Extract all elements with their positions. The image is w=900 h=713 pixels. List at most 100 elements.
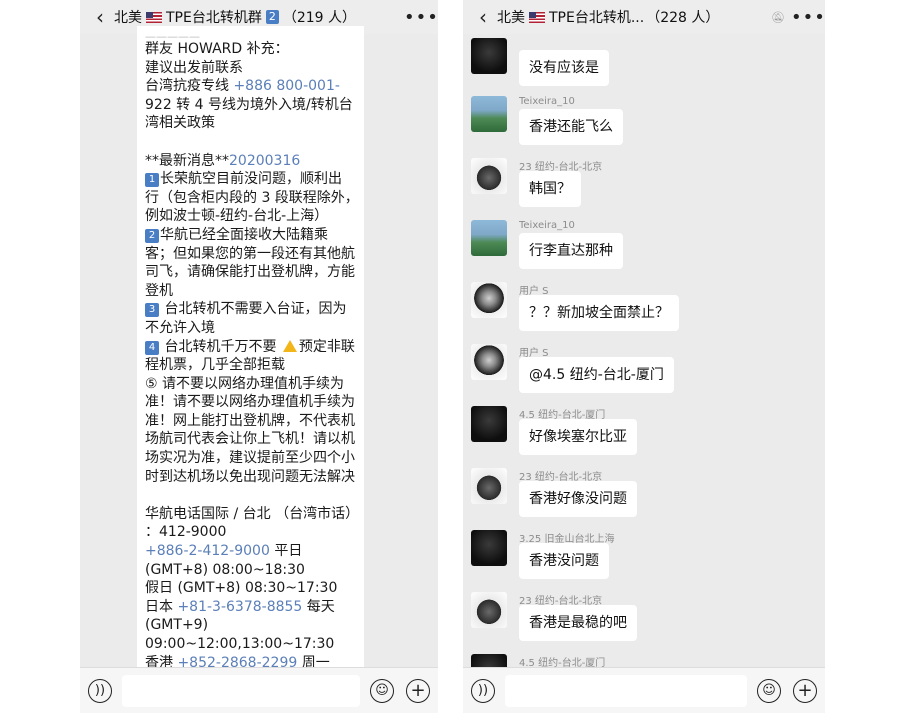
number-3-icon: 3 — [145, 303, 159, 318]
title-group: TPE台北转机群 — [166, 10, 262, 26]
chat-message: 3.25 旧金山台北上海 香港没问题 — [471, 530, 825, 582]
chat-message: 23 纽约-台北-北京 韩国？ — [471, 158, 825, 210]
phone-link[interactable]: +852-2868-2299 — [177, 655, 297, 667]
msg-text: 台北转机不需要入台证，因为 — [160, 301, 347, 318]
message-bubble[interactable]: 韩国？ — [519, 171, 581, 207]
voice-icon[interactable]: )) — [88, 678, 112, 703]
msg-line: 4 台北转机千万不要 预定非联 — [145, 338, 356, 357]
msg-line: 建议出发前联系 — [145, 59, 243, 76]
number-1-icon: 1 — [145, 173, 159, 188]
left-chat-screen: ‹ 北美 TPE台北转机群 2 （219 人） ••• ————— 群友 HOW… — [80, 0, 438, 713]
chat-message: 用户 S @4.5 纽约-台北-厦门 — [471, 344, 825, 396]
phone-link[interactable]: +886-2-412-9000 — [145, 543, 270, 559]
msg-text: 周一 — [297, 654, 330, 667]
chat-message: Teixeira_10 行李直达那种 — [471, 220, 825, 272]
avatar[interactable] — [471, 38, 507, 74]
right-chat-screen: ‹ 北美 TPE台北转机... （228 人） 🔕︎ ••• 没有应该是 Tei… — [463, 0, 825, 713]
emoji-icon[interactable]: ☺ — [757, 678, 781, 703]
avatar[interactable] — [471, 406, 507, 442]
msg-line: 时到达机场以免出现问题无法解决 — [145, 468, 355, 485]
long-message-bubble: ————— 群友 HOWARD 补充： 建议出发前联系 台湾抗疫专线 +886 … — [137, 26, 364, 667]
phone-link[interactable]: +886 800-001- — [233, 78, 339, 94]
msg-line: 湾相关政策 — [145, 115, 215, 132]
back-icon[interactable]: ‹ — [86, 5, 114, 29]
message-bubble[interactable]: ？？新加坡全面禁止？ — [519, 295, 679, 331]
title-count: （228 人） — [646, 10, 720, 26]
msg-line: 例如波士顿-纽约-台北-上海） — [145, 208, 329, 225]
avatar[interactable] — [471, 530, 507, 566]
msg-line: 2 华航已经全面接收大陆籍乘 — [145, 226, 356, 245]
message-input[interactable] — [122, 674, 360, 707]
chat-message: Teixeira_10 香港还能飞么 — [471, 96, 825, 148]
msg-line: +886-2-412-9000 平日 — [145, 542, 356, 561]
message-bubble[interactable]: 香港没问题 — [519, 543, 609, 579]
msg-line: 不允许入境 — [145, 319, 215, 336]
avatar[interactable] — [471, 282, 507, 318]
avatar[interactable] — [471, 468, 507, 504]
msg-text: 平日 — [269, 543, 303, 560]
message-bubble[interactable]: 好像埃塞尔比亚 — [519, 419, 637, 455]
msg-line: 香港 +852-2868-2299 周一 — [145, 654, 356, 667]
msg-line: ⑤ 请不要以网络办理值机手续为 — [145, 375, 345, 392]
msg-text: 台湾抗疫专线 — [145, 78, 234, 95]
phone-link[interactable]: +81-3-6378-8855 — [177, 599, 302, 615]
avatar[interactable] — [471, 158, 507, 194]
title-group: TPE台北转机... — [549, 10, 645, 26]
chat-message: 用户 S ？？新加坡全面禁止？ — [471, 282, 825, 334]
msg-line: 登机 — [145, 282, 173, 299]
plus-icon[interactable]: + — [406, 678, 430, 703]
msg-line: 1 长荣航空目前没问题，顺利出 — [145, 170, 356, 189]
avatar[interactable] — [471, 220, 507, 256]
message-bubble[interactable]: 没有应该是 — [519, 50, 609, 86]
warning-icon — [282, 339, 297, 352]
msg-line: **最新消息**20200316 — [145, 152, 356, 171]
chat-message: 23 纽约-台北-北京 香港好像没问题 — [471, 468, 825, 520]
message-bubble[interactable]: @4.5 纽约-台北-厦门 — [519, 357, 674, 393]
plus-icon[interactable]: + — [793, 678, 817, 703]
more-icon[interactable]: ••• — [791, 7, 825, 28]
msg-line: 日本 +81-3-6378-8855 每天 — [145, 598, 356, 617]
title-badge: 2 — [265, 10, 279, 24]
message-bubble[interactable]: 香港是最稳的吧 — [519, 605, 637, 641]
msg-line: 场航司代表会让你上飞机！请以机 — [145, 431, 355, 448]
msg-text: 长荣航空目前没问题，顺利出 — [160, 171, 342, 188]
sender-name: Teixeira_10 — [519, 220, 575, 231]
chat-title: 北美 TPE台北转机... （228 人） — [497, 7, 765, 27]
emoji-icon[interactable]: ☺ — [370, 678, 394, 703]
msg-text: 华航已经全面接收大陆籍乘 — [160, 226, 328, 243]
date-link[interactable]: 20200316 — [229, 153, 300, 169]
message-bubble[interactable]: 香港好像没问题 — [519, 481, 637, 517]
msg-line: 场实况为准，建议提前至少四个小 — [145, 450, 355, 467]
avatar[interactable] — [471, 96, 507, 132]
message-input[interactable] — [505, 674, 747, 707]
bell-muted-icon: 🔕︎ — [771, 10, 785, 24]
msg-text: 香港 — [145, 654, 178, 667]
msg-line: 准！请不要以网络办理值机手续为 — [145, 394, 355, 411]
message-bubble[interactable]: 香港还能飞么 — [519, 109, 623, 145]
sender-name: Teixeira_10 — [519, 96, 575, 107]
back-icon[interactable]: ‹ — [469, 5, 497, 29]
avatar[interactable] — [471, 344, 507, 380]
title-count: （219 人） — [282, 10, 357, 26]
voice-icon[interactable]: )) — [471, 678, 495, 703]
number-2-icon: 2 — [145, 228, 159, 243]
us-flag-icon — [529, 11, 545, 23]
cutoff-text: ————— — [145, 30, 200, 40]
us-flag-icon — [146, 11, 162, 23]
message-bubble[interactable]: 行李直达那种 — [519, 233, 623, 269]
msg-line: 司飞，请确保能打出登机牌，方能 — [145, 264, 355, 281]
msg-text: 每天 — [302, 598, 335, 615]
msg-text: 台北转机千万不要 — [160, 338, 281, 355]
msg-line: 准！网上能打出登机牌，不代表机 — [145, 412, 355, 429]
title-prefix: 北美 — [114, 10, 142, 26]
msg-line: 客；但如果您的第一段还有其他航 — [145, 245, 355, 262]
more-icon[interactable]: ••• — [404, 7, 438, 28]
msg-text: 922 转 4 号线为境外入境/转机台 — [145, 96, 353, 113]
avatar[interactable] — [471, 592, 507, 628]
msg-line: 群友 HOWARD 补充： — [145, 41, 289, 57]
title-prefix: 北美 — [497, 10, 525, 26]
msg-line: ：412-9000 — [145, 524, 227, 541]
msg-line: 3 台北转机不需要入台证，因为 — [145, 300, 356, 319]
msg-line: 华航电话国际 / 台北 （台湾市话） — [145, 505, 360, 522]
msg-line: 09:00~12:00,13:00~17:30 — [145, 636, 335, 652]
